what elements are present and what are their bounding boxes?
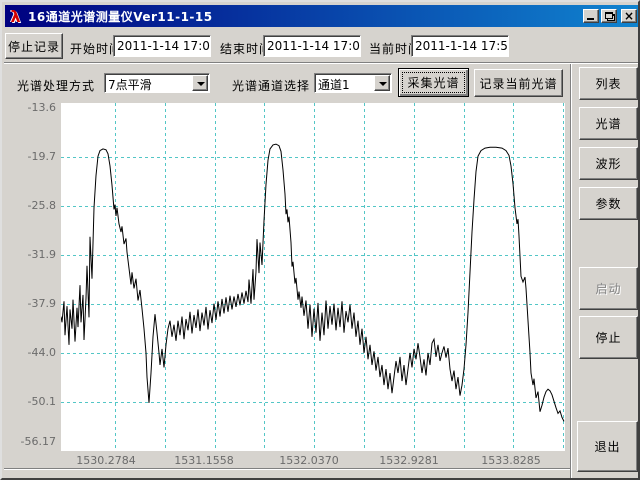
minimize-icon <box>587 18 594 20</box>
y-axis-tick-label: -44.0 <box>6 346 56 359</box>
panel-button-params[interactable]: 参数 <box>579 187 638 220</box>
panel-button-waveform[interactable]: 波形 <box>579 147 638 180</box>
close-icon: × <box>622 9 636 23</box>
panel-button-exit[interactable]: 退出 <box>577 421 638 472</box>
panel-button-list[interactable]: 列表 <box>579 67 638 100</box>
end-time-field[interactable]: 2011-1-14 17:06:51 <box>263 35 361 57</box>
minimize-button[interactable] <box>583 9 599 23</box>
panel-button-spectrum[interactable]: 光谱 <box>579 107 638 140</box>
close-button[interactable]: × <box>621 9 637 23</box>
spectrum-chart: -13.6 -19.7 -25.8 -31.9 -37.9 -44.0 -50.1 -56.1… <box>2 64 570 469</box>
restore-button[interactable] <box>601 9 617 23</box>
panel-button-stop[interactable]: 停止 <box>579 316 638 359</box>
x-axis-tick-label: 1533.8285 <box>471 454 551 467</box>
y-axis-tick-label: -56.17 <box>6 435 56 448</box>
y-axis-tick-label: -13.6 <box>6 101 56 114</box>
y-axis-tick-label: -19.7 <box>6 150 56 163</box>
current-time-field[interactable]: 2011-1-14 17:57:27 <box>411 35 509 57</box>
y-axis-tick-label: -25.8 <box>6 199 56 212</box>
window-title: 16通道光谱测量仪Ver11-1-15 <box>28 8 581 25</box>
plot-area <box>61 103 565 451</box>
x-axis-tick-label: 1532.9281 <box>369 454 449 467</box>
x-axis-tick-label: 1532.0370 <box>269 454 349 467</box>
app-window: λ 16通道光谱测量仪Ver11-1-15 × 停止记录 开始时间 2011-1… <box>0 0 640 480</box>
stop-record-button[interactable]: 停止记录 <box>5 33 63 59</box>
right-panel-divider <box>570 64 572 480</box>
x-axis-tick-label: 1531.1558 <box>164 454 244 467</box>
y-axis-tick-label: -31.9 <box>6 248 56 261</box>
panel-button-start: 启动 <box>579 267 638 310</box>
y-axis-tick-label: -37.9 <box>6 297 56 310</box>
app-icon-lambda: λ <box>7 8 24 25</box>
x-axis-tick-label: 1530.2784 <box>66 454 146 467</box>
bottom-divider <box>4 468 570 470</box>
start-time-field[interactable]: 2011-1-14 17:07:07 <box>113 35 211 57</box>
y-axis-tick-label: -50.1 <box>6 395 56 408</box>
titlebar: λ 16通道光谱测量仪Ver11-1-15 × <box>5 5 639 27</box>
spectrum-curve <box>61 144 564 421</box>
